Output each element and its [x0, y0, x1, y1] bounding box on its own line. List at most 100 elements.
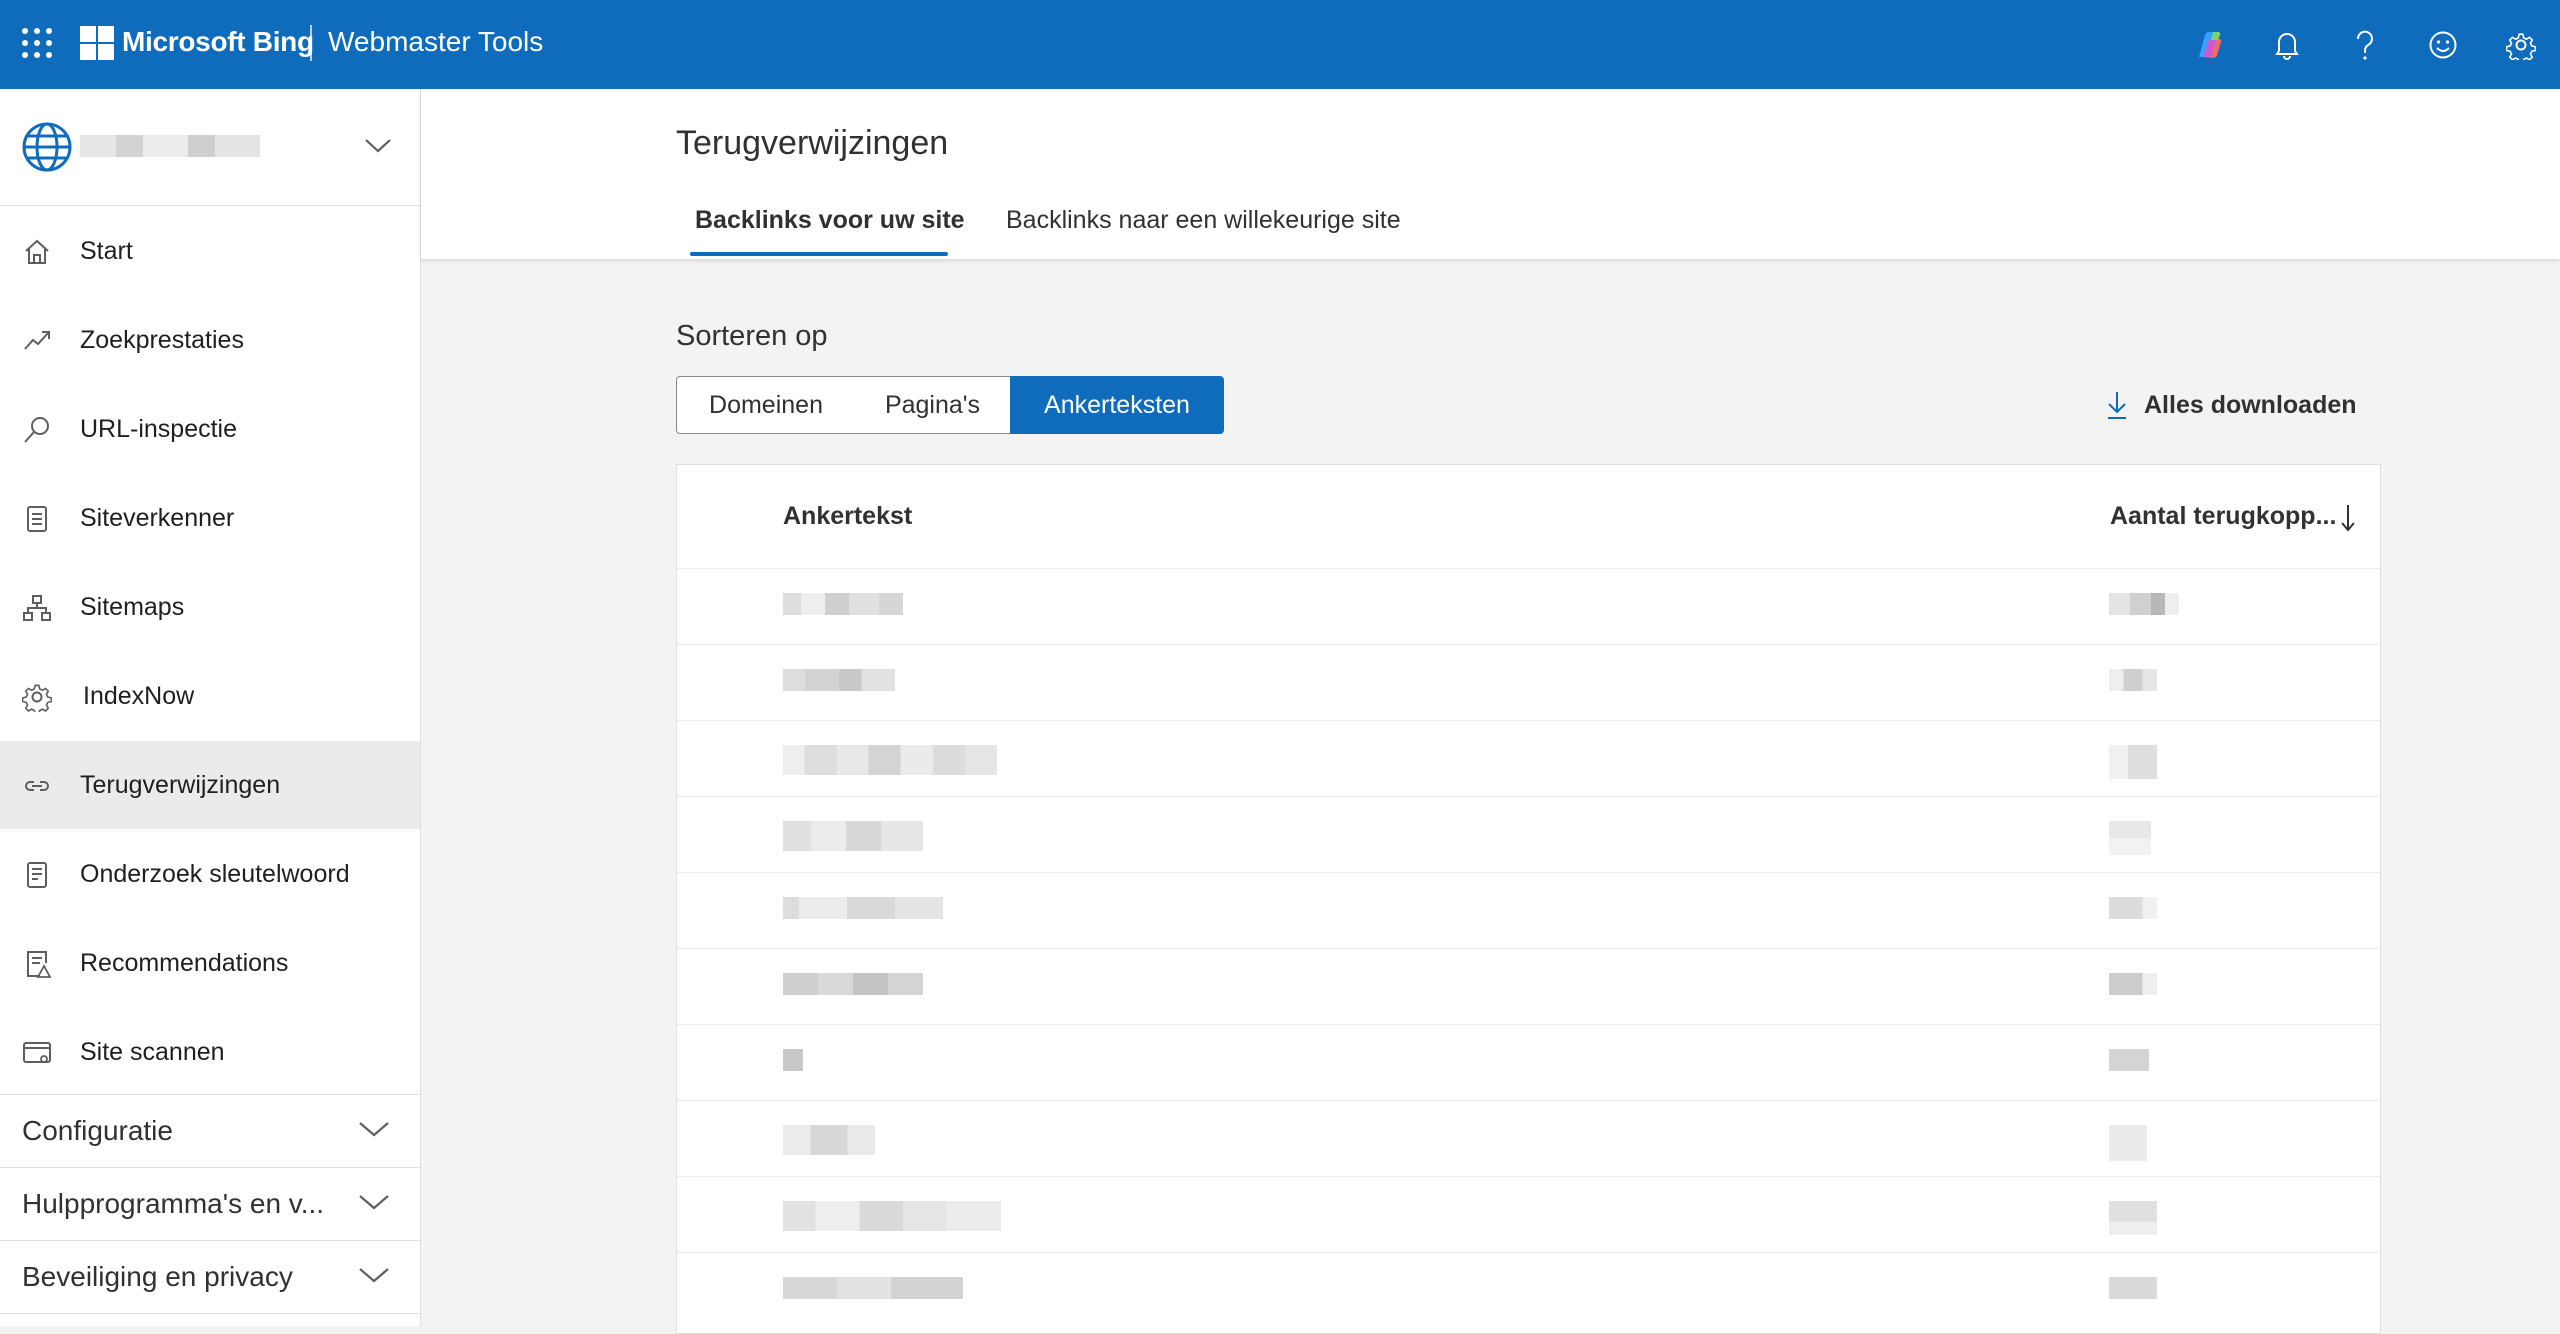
bell-icon[interactable] — [2248, 0, 2326, 89]
section-beveiliging-en-privacy[interactable]: Beveiliging en privacy — [0, 1240, 420, 1314]
document-warning-icon — [27, 951, 52, 978]
sidebar-item-site-scannen[interactable]: Site scannen — [0, 1008, 420, 1096]
sort-label: Sorteren op — [676, 320, 828, 352]
backlink-count-redacted — [2109, 669, 2157, 691]
anchor-text-redacted — [783, 1049, 803, 1071]
home-icon — [25, 239, 49, 264]
anchor-text-redacted — [783, 593, 903, 615]
sort-descending-icon[interactable] — [2339, 503, 2357, 533]
backlink-count-redacted — [2109, 1125, 2147, 1161]
trend-icon — [24, 331, 50, 350]
product-name[interactable]: Webmaster Tools — [328, 26, 543, 58]
anchor-text-redacted — [783, 897, 943, 919]
top-bar: Microsoft Bing Webmaster Tools — [0, 0, 2560, 89]
section-hulpprogrammas[interactable]: Hulpprogramma's en v... — [0, 1167, 420, 1240]
table-row[interactable] — [677, 720, 2380, 797]
sidebar-item-label: Start — [80, 236, 133, 265]
sidebar-item-start[interactable]: Start — [0, 207, 420, 295]
table-row[interactable] — [677, 1176, 2380, 1253]
backlink-count-redacted — [2109, 745, 2157, 779]
header-actions — [2170, 0, 2560, 89]
sidebar-item-label: Zoekprestaties — [80, 325, 244, 354]
link-icon — [25, 781, 49, 791]
sidebar-item-sitemaps[interactable]: Sitemaps — [0, 563, 420, 651]
site-name-redacted — [80, 135, 260, 157]
section-configuratie[interactable]: Configuratie — [0, 1094, 420, 1167]
section-label: Configuratie — [22, 1115, 173, 1146]
tab-backlinks-willekeurige-site[interactable]: Backlinks naar een willekeurige site — [1006, 206, 1401, 235]
browser-scan-icon — [23, 1042, 51, 1063]
sidebar-item-label: Site scannen — [80, 1037, 225, 1066]
table-row[interactable] — [677, 644, 2380, 721]
table-row[interactable] — [677, 872, 2380, 949]
active-tab-indicator — [690, 252, 948, 256]
document-icon — [27, 862, 47, 888]
column-header-aantal[interactable]: Aantal terugkopp... — [2110, 502, 2336, 531]
column-header-ankertekst[interactable]: Ankertekst — [783, 502, 912, 531]
sidebar-item-label: IndexNow — [83, 681, 195, 710]
page-title: Terugverwijzingen — [676, 124, 949, 162]
section-label: Hulpprogramma's en v... — [22, 1188, 325, 1219]
microsoft-logo-icon — [80, 26, 114, 60]
tab-backlinks-voor-uw-site[interactable]: Backlinks voor uw site — [695, 206, 965, 235]
sidebar-item-terugverwijzingen[interactable]: Terugverwijzingen — [0, 741, 420, 829]
sidebar-item-url-inspectie[interactable]: URL-inspectie — [0, 385, 420, 473]
download-icon — [2108, 392, 2126, 419]
sitemap-icon — [23, 595, 51, 621]
sidebar-item-label: Recommendations — [80, 948, 289, 977]
apps-waffle-icon[interactable] — [22, 28, 52, 58]
site-selector[interactable] — [0, 89, 420, 206]
section-label: Beveiliging en privacy — [22, 1261, 293, 1292]
table-row[interactable] — [677, 1024, 2380, 1101]
sidebar-item-siteverkenner[interactable]: Siteverkenner — [0, 474, 420, 562]
feedback-smiley-icon[interactable] — [2404, 0, 2482, 89]
sidebar-item-label: Siteverkenner — [80, 503, 235, 532]
chevron-down-icon[interactable] — [364, 135, 392, 155]
download-all-label: Alles downloaden — [2144, 390, 2357, 419]
document-list-icon — [27, 506, 47, 532]
download-all-button[interactable]: Alles downloaden — [2106, 390, 2357, 420]
sidebar-item-indexnow[interactable]: IndexNow — [0, 652, 420, 740]
brand-name[interactable]: Microsoft Bing — [122, 26, 314, 58]
gear-icon — [22, 684, 52, 712]
anchor-text-table: Ankertekst Aantal terugkopp... — [676, 464, 2381, 1334]
backlink-count-redacted — [2109, 1201, 2157, 1235]
chevron-down-icon — [359, 1122, 389, 1137]
sidebar-item-label: URL-inspectie — [80, 414, 238, 443]
sidebar-item-recommendations[interactable]: Recommendations — [0, 919, 420, 1007]
sidebar-item-label: Terugverwijzingen — [80, 770, 281, 799]
anchor-text-redacted — [783, 1125, 875, 1155]
backlink-count-redacted — [2109, 897, 2157, 919]
sidebar-item-label: Sitemaps — [80, 592, 185, 621]
anchor-text-redacted — [783, 1201, 1001, 1231]
sidebar: Start Zoekprestaties URL-inspectie Sitev… — [0, 89, 421, 1326]
backlink-count-redacted — [2109, 593, 2179, 615]
brand-divider — [310, 25, 312, 61]
sort-domeinen-button[interactable]: Domeinen — [676, 376, 856, 434]
anchor-text-redacted — [783, 821, 923, 851]
table-row[interactable] — [677, 1100, 2380, 1177]
globe-icon — [22, 122, 72, 172]
anchor-text-redacted — [783, 973, 923, 995]
help-icon[interactable] — [2326, 0, 2404, 89]
search-icon — [24, 417, 49, 443]
copilot-icon[interactable] — [2170, 0, 2248, 89]
sort-ankerteksten-button[interactable]: Ankerteksten — [1010, 376, 1224, 434]
backlink-count-redacted — [2109, 1049, 2149, 1071]
sidebar-item-label: Onderzoek sleutelwoord — [80, 859, 350, 888]
table-row[interactable] — [677, 948, 2380, 1025]
backlink-count-redacted — [2109, 973, 2157, 995]
chevron-down-icon — [359, 1268, 389, 1283]
backlink-count-redacted — [2109, 821, 2151, 855]
backlink-count-redacted — [2109, 1277, 2157, 1299]
sort-paginas-button[interactable]: Pagina's — [855, 376, 1011, 434]
anchor-text-redacted — [783, 1277, 963, 1299]
settings-gear-icon[interactable] — [2482, 0, 2560, 89]
sidebar-item-zoekprestaties[interactable]: Zoekprestaties — [0, 296, 420, 384]
table-row[interactable] — [677, 568, 2380, 645]
table-row[interactable] — [677, 1252, 2380, 1329]
anchor-text-redacted — [783, 669, 895, 691]
sidebar-item-onderzoek-sleutelwoord[interactable]: Onderzoek sleutelwoord — [0, 830, 420, 918]
table-row[interactable] — [677, 796, 2380, 873]
chevron-down-icon — [359, 1195, 389, 1210]
